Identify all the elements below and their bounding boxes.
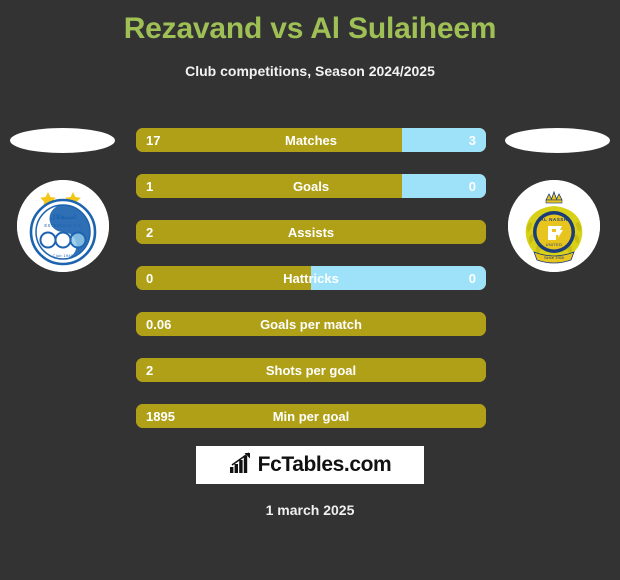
decorative-ellipse-right xyxy=(505,128,610,153)
svg-text:ESTEGHLAL F.C: ESTEGHLAL F.C xyxy=(44,223,81,228)
stat-label: Assists xyxy=(287,225,335,240)
stat-value-away: 0 xyxy=(468,271,476,286)
stat-row: 1895 Min per goal xyxy=(136,404,486,428)
svg-text:AL NASSR: AL NASSR xyxy=(540,217,568,222)
stat-row: 1 Goals 0 xyxy=(136,174,486,198)
stat-label: Shots per goal xyxy=(265,363,357,378)
stat-label: Goals per match xyxy=(260,317,362,332)
footer-date: 1 march 2025 xyxy=(265,502,355,518)
svg-text:Since 1955: Since 1955 xyxy=(544,255,565,260)
home-team-crest: استقلال ESTEGHLAL F.C Club 1945 xyxy=(17,180,109,272)
stat-row: 17 Matches 3 xyxy=(136,128,486,152)
stat-label: Min per goal xyxy=(272,409,350,424)
fctables-logo[interactable]: FcTables.com xyxy=(196,446,424,484)
bar-chart-arrow-icon xyxy=(229,451,253,479)
svg-text:استقلال: استقلال xyxy=(50,213,77,221)
page-subtitle: Club competitions, Season 2024/2025 xyxy=(185,63,435,79)
stat-row: 2 Assists xyxy=(136,220,486,244)
page-title: Rezavand vs Al Sulaiheem xyxy=(123,12,497,45)
stat-row: 2 Shots per goal xyxy=(136,358,486,382)
stat-value-away: 0 xyxy=(468,179,476,194)
stats-list: 17 Matches 3 1 Goals 0 2 Assists 0 Hattricks 0 0.06… xyxy=(136,128,486,450)
stat-row: 0.06 Goals per match xyxy=(136,312,486,336)
decorative-ellipse-left xyxy=(10,128,115,153)
stat-value-away: 3 xyxy=(468,133,476,148)
fctables-logo-text: FcTables.com xyxy=(257,453,392,476)
stat-label: Goals xyxy=(292,179,330,194)
stat-row: 0 Hattricks 0 xyxy=(136,266,486,290)
stats-comparison-page: Rezavand vs Al Sulaiheem Club competitio… xyxy=(0,0,620,580)
stat-label: Hattricks xyxy=(283,271,339,286)
svg-text:UNITED: UNITED xyxy=(546,243,563,247)
away-team-crest: AL NASSR UNITED Since 1955 xyxy=(508,180,600,272)
svg-text:Club 1945: Club 1945 xyxy=(53,253,74,258)
stat-label: Matches xyxy=(284,133,338,148)
